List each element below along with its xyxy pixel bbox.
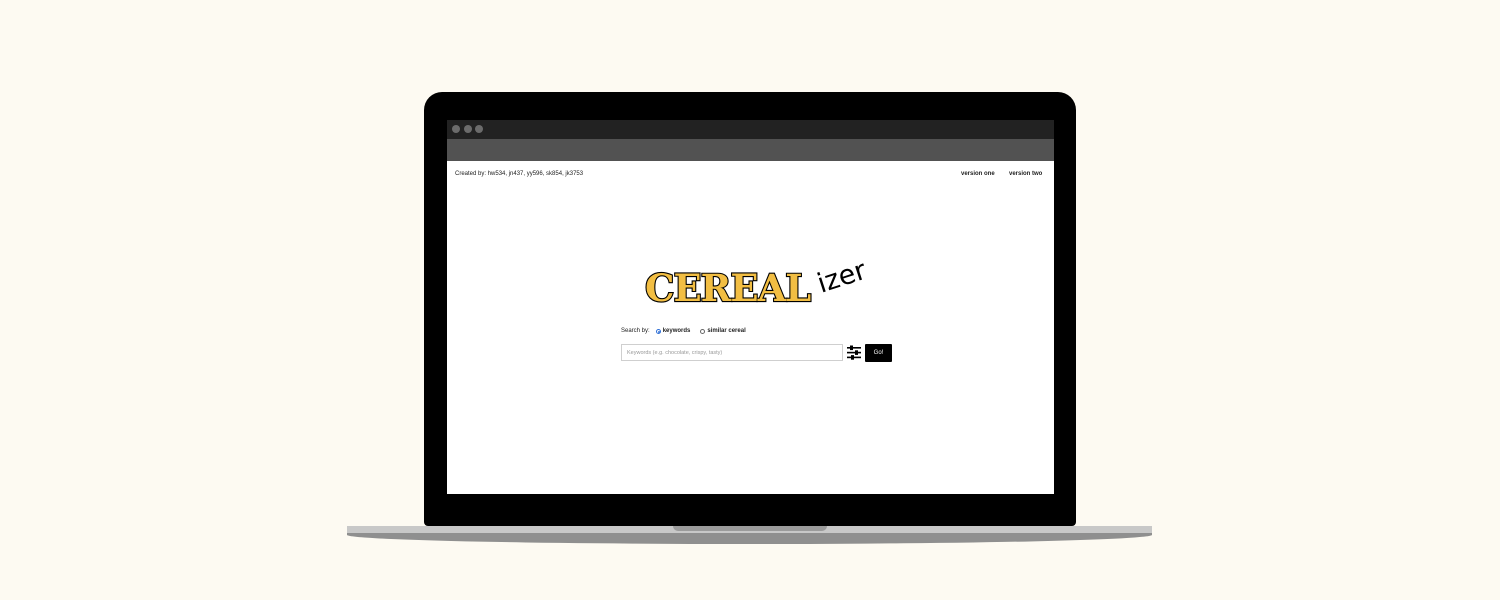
browser-toolbar <box>447 139 1054 161</box>
logo-suffix-text: izer <box>814 255 871 300</box>
go-button[interactable]: Go! <box>865 344 892 362</box>
browser-titlebar <box>447 120 1054 139</box>
radio-similar-cereal-label: similar cereal <box>707 328 746 334</box>
search-placeholder: Keywords (e.g. chocolate, crispy, tasty) <box>627 349 723 356</box>
page-content: Created by: hw534, jn437, yy596, sk854, … <box>447 161 1054 494</box>
nav-version-two[interactable]: version two <box>1009 171 1042 177</box>
keyword-search-input[interactable]: Keywords (e.g. chocolate, crispy, tasty) <box>621 344 843 361</box>
radio-similar-cereal-circle[interactable] <box>700 328 706 334</box>
radio-keywords-label: keywords <box>662 328 691 334</box>
search-by-label: Search by: <box>621 328 650 334</box>
sliders-icon[interactable] <box>847 345 861 360</box>
search-mode-row: Search by: keywords similar cereal <box>621 328 746 334</box>
radio-keywords-circle[interactable] <box>655 328 661 334</box>
cerealizer-logo: CEREAL izer <box>644 255 871 311</box>
laptop-notch <box>673 526 827 531</box>
radio-keywords[interactable]: keywords <box>655 328 691 334</box>
nav-version-one[interactable]: version one <box>961 171 995 177</box>
window-minimize-dot[interactable] <box>464 125 472 133</box>
browser-window: Created by: hw534, jn437, yy596, sk854, … <box>447 120 1054 494</box>
radio-similar-cereal[interactable]: similar cereal <box>700 328 746 334</box>
laptop-base-bottom <box>347 533 1152 544</box>
logo-main-text: CEREAL <box>645 266 811 310</box>
credits-text: Created by: hw534, jn437, yy596, sk854, … <box>455 171 584 177</box>
window-close-dot[interactable] <box>452 125 460 133</box>
window-maximize-dot[interactable] <box>475 125 483 133</box>
